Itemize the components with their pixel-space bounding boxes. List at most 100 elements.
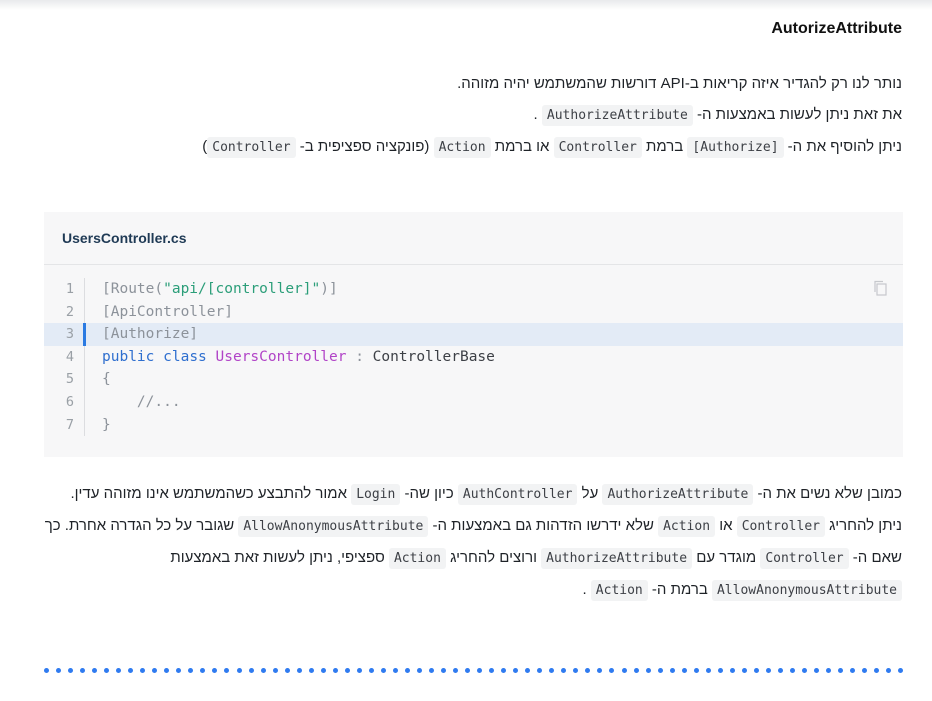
line-number: 3 [65, 326, 74, 343]
code-text: public class UsersController : Controlle… [102, 346, 495, 369]
divider-dot [729, 667, 735, 673]
text-run: ניתן להחריג [824, 517, 902, 534]
outro-line: כמובן שלא נשים את ה- AuthorizeAttribute … [40, 478, 902, 510]
code-token: )] [320, 281, 338, 297]
inline-code: Controller [736, 516, 825, 537]
divider-dot [561, 667, 567, 673]
divider-dot [898, 667, 904, 673]
text-run: שלא ידרשו הזדהות גם באמצעות ה- [428, 517, 659, 534]
inline-code: Action [388, 548, 446, 569]
text-run: או ברמת [490, 138, 554, 155]
divider-dot [56, 667, 62, 673]
code-text: [Authorize] [102, 323, 198, 346]
text-run: ניתן להוסיף את ה- [783, 138, 902, 155]
divider-dot [717, 667, 723, 673]
divider-dot [104, 667, 110, 673]
text-run: את זאת ניתן לעשות באמצעות ה- [692, 106, 902, 123]
divider-dot [826, 667, 832, 673]
divider-dot [777, 667, 783, 673]
divider-dot [789, 667, 795, 673]
text-run: נותר לנו רק להגדיר איזה קריאות ב-API דור… [457, 75, 902, 92]
divider-dot [489, 667, 495, 673]
line-number: 5 [65, 371, 74, 388]
divider-dot [224, 667, 230, 673]
divider-dot [429, 667, 434, 673]
intro-paragraph: נותר לנו רק להגדיר איזה קריאות ב-API דור… [82, 68, 902, 163]
divider-dot [272, 667, 278, 673]
code-line: 3 [Authorize] [44, 323, 903, 346]
divider-dot [465, 667, 471, 673]
divider-dot [332, 667, 338, 673]
line-number: 4 [65, 348, 74, 365]
code-line: 7} [44, 413, 903, 437]
inline-code: Action [433, 137, 491, 158]
divider-dot [741, 667, 747, 673]
gutter-bar [83, 323, 86, 346]
divider-dot [176, 667, 182, 673]
code-line: 6 //... [44, 390, 903, 414]
code-text: [ApiController] [102, 301, 233, 324]
divider-dot [525, 667, 531, 673]
divider-dot [392, 667, 398, 673]
outro-paragraph: כמובן שלא נשים את ה- AuthorizeAttribute … [40, 478, 902, 606]
divider-dot [693, 667, 699, 673]
section-divider [44, 663, 904, 677]
inline-code: Login [351, 484, 401, 505]
divider-dot [549, 667, 555, 673]
divider-dot [320, 667, 326, 673]
code-token: public [102, 348, 155, 365]
divider-dot [453, 667, 459, 673]
intro-line: נותר לנו רק להגדיר איזה קריאות ב-API דור… [82, 68, 902, 99]
gutter-bar [84, 413, 85, 437]
divider-dot [597, 667, 603, 673]
divider-dot [152, 667, 158, 673]
code-token: [Route( [102, 281, 164, 297]
text-run: כיון שה- [400, 485, 458, 502]
divider-dot [356, 667, 362, 673]
divider-dot [140, 667, 146, 673]
divider-dot [164, 667, 170, 673]
divider-dot [296, 667, 302, 673]
divider-dot [128, 667, 134, 673]
divider-dot [368, 667, 374, 673]
code-filename: UsersController.cs [44, 212, 903, 265]
divider-dot [248, 667, 254, 673]
line-number: 7 [65, 416, 74, 433]
divider-dot [236, 667, 242, 673]
text-run: או [715, 517, 737, 534]
code-line: 1 [Route("api/[controller]")] [44, 278, 903, 301]
divider-dot [344, 667, 350, 673]
divider-dot [68, 667, 74, 673]
text-run: אמור להתבצע כשהמשתמש אינו מזוהה עדין. [70, 485, 352, 502]
code-token: { [102, 371, 111, 388]
divider-dot [441, 667, 447, 673]
divider-dot [705, 667, 711, 673]
code-token: class [163, 348, 207, 365]
divider-dot [477, 667, 483, 673]
divider-dot [513, 667, 519, 673]
outro-line: ניתן להחריג Controller או Action שלא ידר… [40, 510, 902, 606]
divider-dot [838, 667, 844, 673]
code-block: UsersController.cs 1 [Route("api/[control… [44, 212, 903, 457]
divider-dot [188, 667, 194, 673]
divider-dot [537, 667, 543, 673]
code-token: [Authorize] [102, 326, 199, 343]
text-run: . [582, 581, 591, 598]
divider-dot [116, 667, 122, 673]
code-token: [ApiController] [102, 303, 233, 320]
divider-dot [380, 667, 386, 673]
code-text: } [102, 414, 111, 437]
divider-dot [80, 667, 86, 673]
divider-dot [669, 667, 675, 673]
divider-dot [765, 667, 771, 673]
divider-dot [633, 667, 639, 673]
divider-dot [573, 667, 579, 673]
divider-dot [801, 667, 807, 673]
gutter-bar [84, 278, 85, 301]
text-run: מוגדר עם [692, 549, 761, 566]
code-token: UsersController [215, 348, 347, 365]
text-run: ספציפי, ניתן לעשות זאת באמצעות [170, 549, 389, 566]
section-heading: AutorizeAttribute [771, 20, 902, 37]
divider-dot [260, 667, 266, 673]
